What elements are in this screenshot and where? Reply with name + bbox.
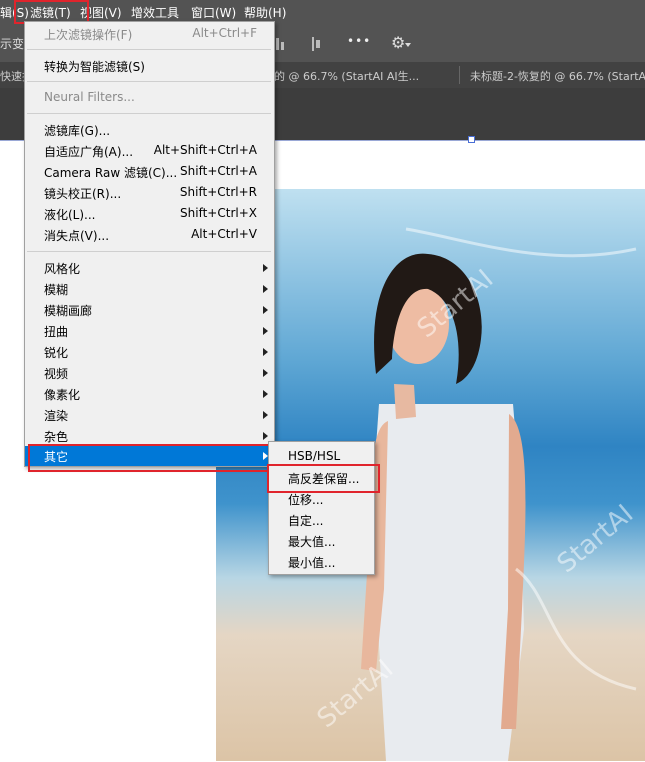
- menu-separator: [27, 113, 271, 114]
- menu-item-neural-filters: Neural Filters...: [44, 90, 135, 104]
- submenu-arrow-icon: [263, 285, 268, 293]
- menu-item-sharpen[interactable]: 锐化: [25, 342, 274, 362]
- watermark-curve: [405, 227, 637, 258]
- menu-separator: [27, 251, 271, 252]
- menu-separator: [27, 49, 271, 50]
- menu-plugins[interactable]: 增效工具: [131, 4, 179, 21]
- high-pass-highlight: [267, 464, 380, 493]
- more-options-button[interactable]: •••: [347, 34, 371, 48]
- submenu-arrow-icon: [263, 327, 268, 335]
- transform-handle[interactable]: [468, 136, 475, 143]
- submenu-arrow-icon: [263, 411, 268, 419]
- menu-item-filter-gallery[interactable]: 滤镜库(G)...: [25, 120, 274, 140]
- menu-item-adaptive-wide-angle[interactable]: 自适应广角(A)... Alt+Shift+Ctrl+A: [25, 141, 274, 161]
- chevron-down-icon[interactable]: [405, 43, 411, 47]
- menu-item-camera-raw[interactable]: Camera Raw 滤镜(C)... Shift+Ctrl+A: [25, 162, 274, 182]
- tab-divider: [459, 66, 460, 84]
- align-icon-bar: [316, 40, 320, 48]
- gear-icon[interactable]: ⚙: [391, 33, 405, 52]
- menu-item-render[interactable]: 渲染: [25, 405, 274, 425]
- submenu-arrow-icon: [263, 264, 268, 272]
- menu-item-vanishing-point[interactable]: 消失点(V)... Alt+Ctrl+V: [25, 225, 274, 245]
- submenu-arrow-icon: [263, 348, 268, 356]
- distribute-icon-2: [281, 42, 284, 50]
- menu-item-blur[interactable]: 模糊: [25, 279, 274, 299]
- menu-item-pixelate[interactable]: 像素化: [25, 384, 274, 404]
- distribute-icon[interactable]: [276, 38, 279, 50]
- submenu-item-custom[interactable]: 自定...: [269, 509, 374, 529]
- submenu-arrow-icon: [263, 306, 268, 314]
- menu-item-liquify[interactable]: 液化(L)... Shift+Ctrl+X: [25, 204, 274, 224]
- submenu-item-minimum[interactable]: 最小值...: [269, 551, 374, 571]
- menu-item-convert-smart-filter[interactable]: 转换为智能滤镜(S): [25, 56, 274, 76]
- menu-separator: [27, 81, 271, 82]
- watermark-curve-2: [515, 567, 637, 691]
- white-dress: [373, 404, 524, 761]
- menu-item-lens-correction[interactable]: 镜头校正(R)... Shift+Ctrl+R: [25, 183, 274, 203]
- filter-dropdown-menu: 上次滤镜操作(F) Alt+Ctrl+F 转换为智能滤镜(S) Neural Fi…: [24, 21, 275, 467]
- menu-item-distort[interactable]: 扭曲: [25, 321, 274, 341]
- submenu-arrow-icon: [263, 432, 268, 440]
- submenu-arrow-icon: [263, 390, 268, 398]
- submenu-item-maximum[interactable]: 最大值...: [269, 530, 374, 550]
- tab-doc-3[interactable]: 未标题-2-恢复的 @ 66.7% (StartA: [470, 68, 645, 84]
- other-item-highlight: [28, 444, 270, 472]
- menu-item-video[interactable]: 视频: [25, 363, 274, 383]
- align-icon[interactable]: [312, 37, 314, 51]
- submenu-item-hsb-hsl[interactable]: HSB/HSL: [269, 446, 374, 466]
- menu-window[interactable]: 窗口(W): [191, 4, 236, 21]
- menu-item-last-filter: 上次滤镜操作(F) Alt+Ctrl+F: [44, 26, 257, 42]
- neck: [394, 384, 416, 419]
- menu-item-stylize[interactable]: 风格化: [25, 258, 274, 278]
- submenu-arrow-icon: [263, 369, 268, 377]
- other-submenu: HSB/HSL 高反差保留... 位移... 自定... 最大值... 最小值.…: [268, 441, 375, 575]
- menu-item-blur-gallery[interactable]: 模糊画廊: [25, 300, 274, 320]
- menu-help[interactable]: 帮助(H): [244, 4, 286, 21]
- menu-item-noise[interactable]: 杂色: [25, 426, 274, 446]
